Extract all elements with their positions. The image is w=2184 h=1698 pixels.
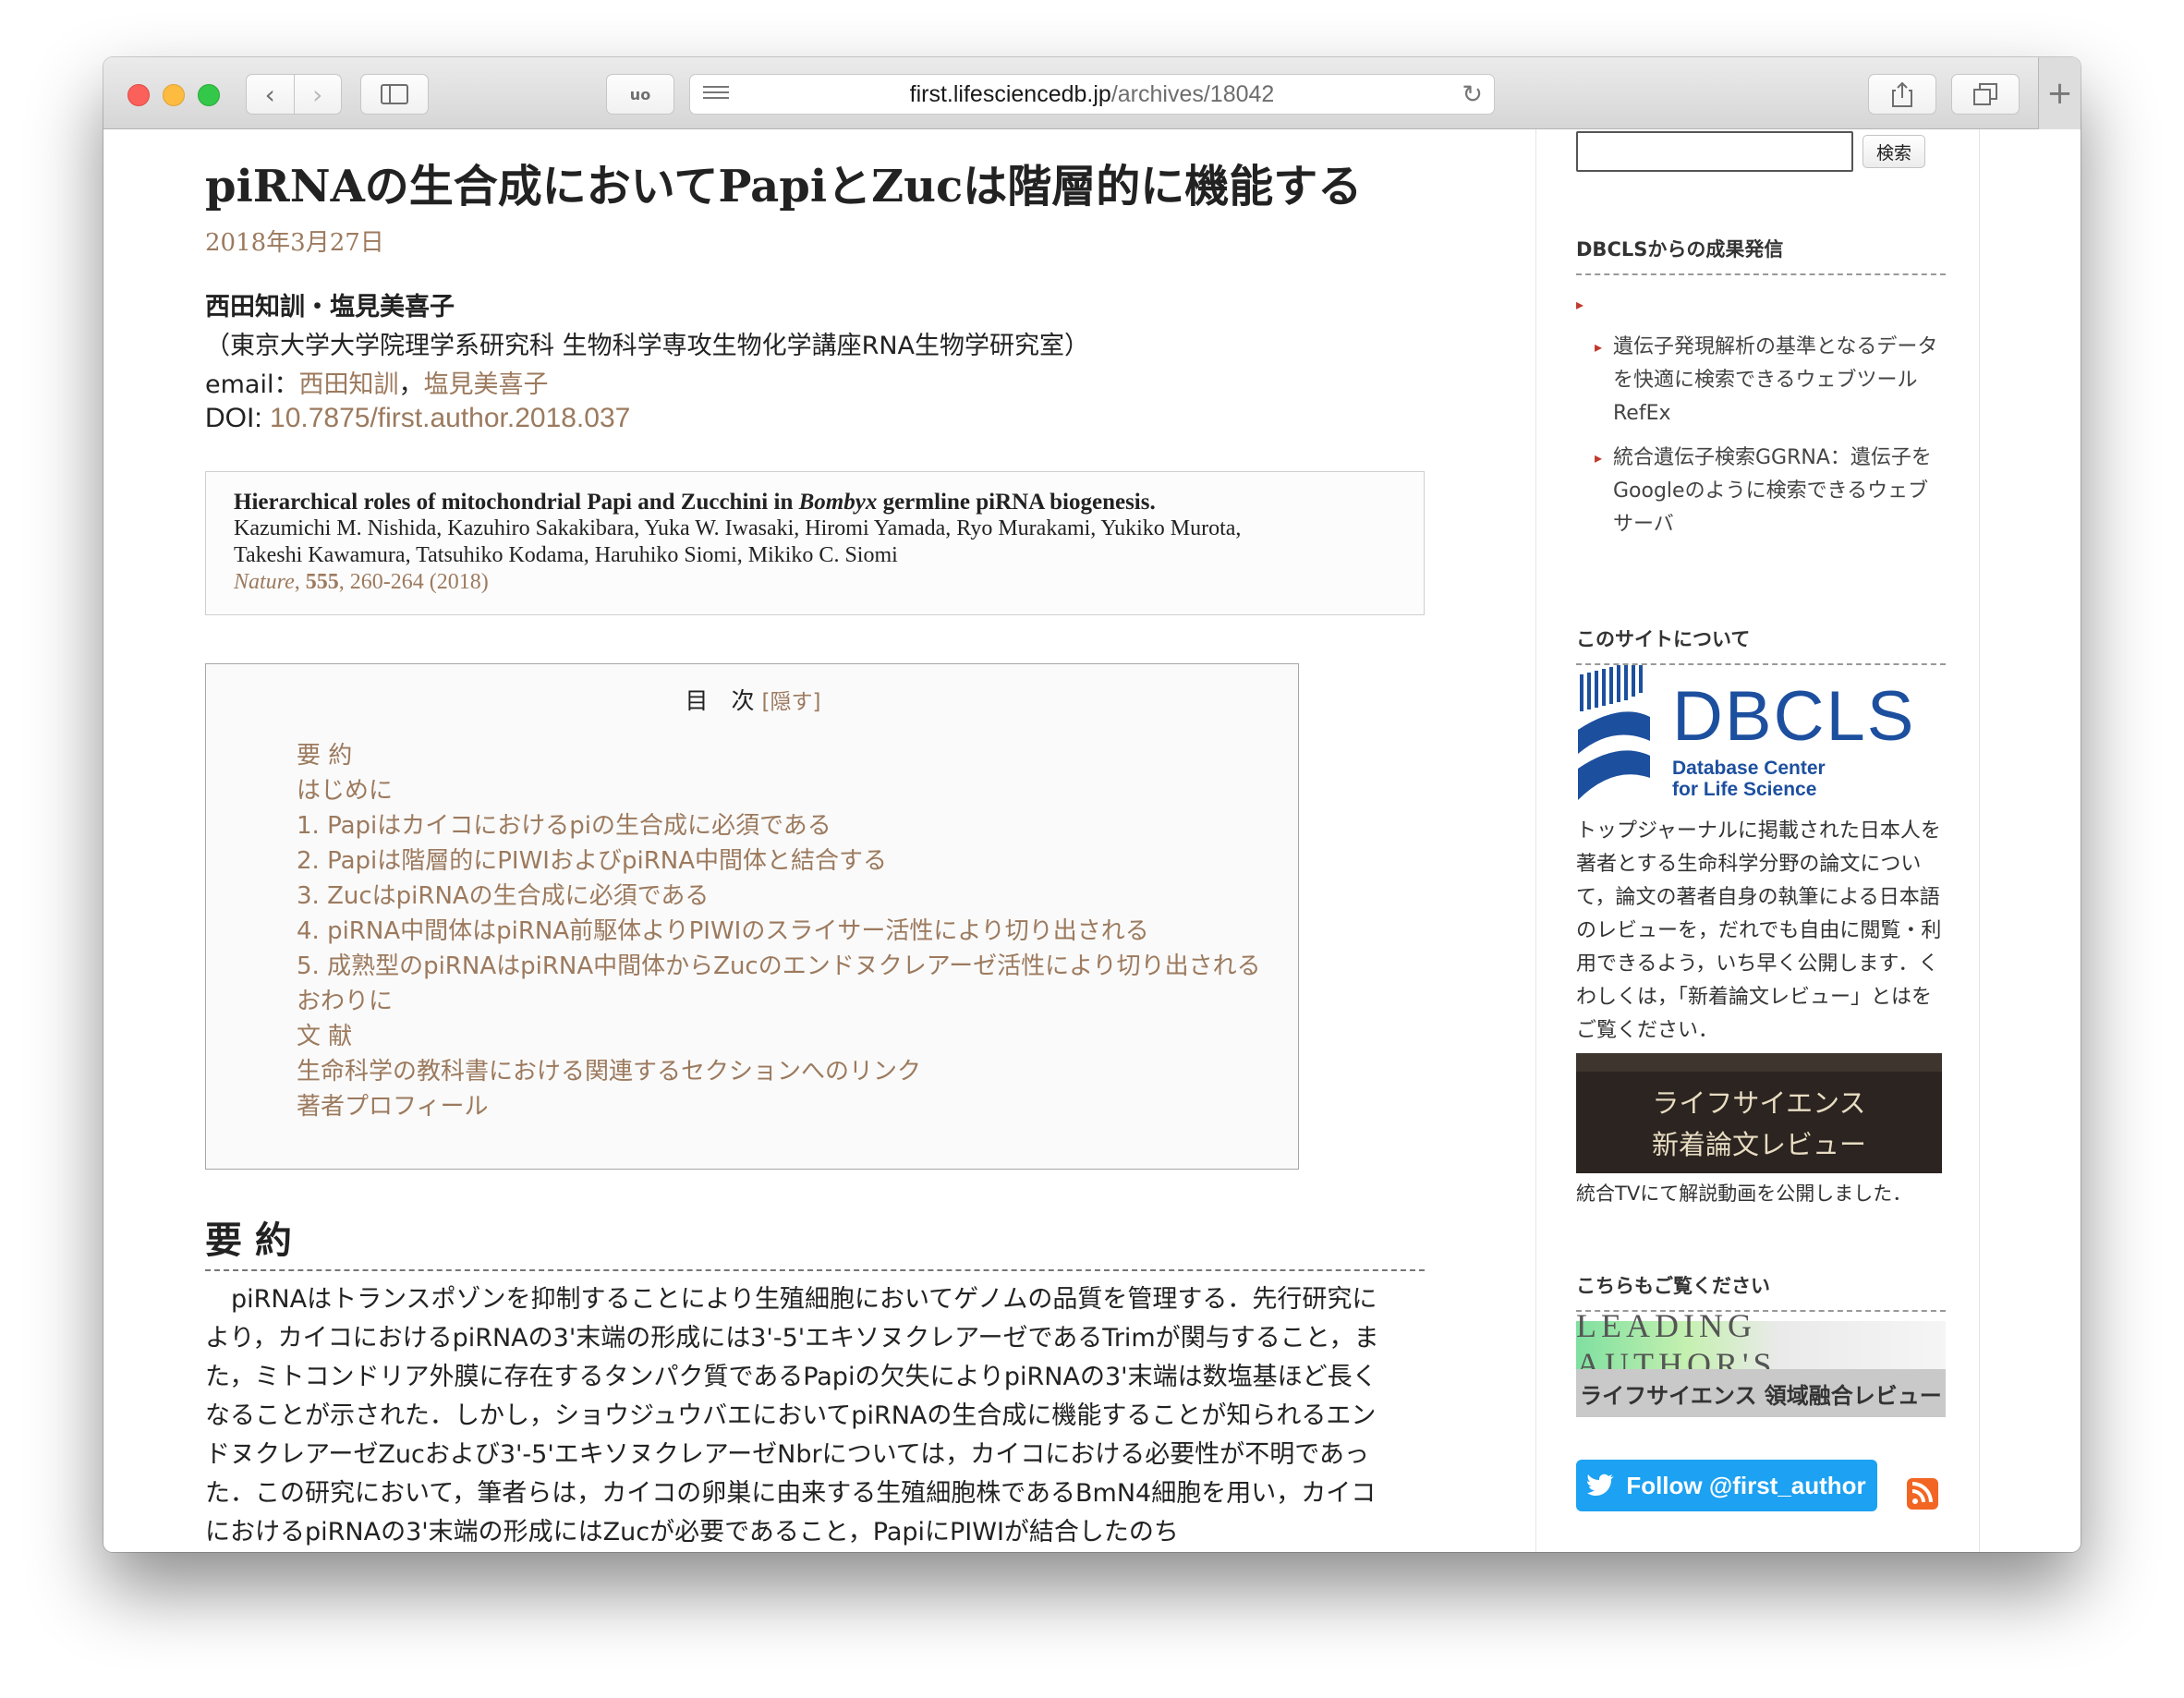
dbcls-helix-icon — [1578, 665, 1650, 800]
toc-list: 要 約 はじめに 1. Papiはカイコにおけるpiの生合成に必須である 2. … — [297, 738, 1261, 1124]
reader-menu-icon[interactable] — [703, 86, 729, 103]
toc-item[interactable]: 3. ZucはpiRNAの生合成に必須である — [297, 879, 1261, 914]
sidebar-link-ggrna[interactable]: ▸ 統合遺伝子検索GGRNA：遺伝子をGoogleのように検索できるウェブサーバ — [1595, 442, 1946, 541]
banner-subtitle: ライフサイエンス 領域融合レビュー — [1576, 1369, 1946, 1417]
follow-label: Follow @first_author — [1626, 1471, 1866, 1499]
toc-item[interactable]: 2. Papiは階層的にPIWIおよびpiRNA中間体と結合する — [297, 843, 1261, 879]
citation-journal[interactable]: Nature, 555, 260-264 (2018) — [234, 569, 1396, 596]
toc-item[interactable]: 5. 成熟型のpiRNAはpiRNA中間体からZucのエンドヌクレアーゼ活性によ… — [297, 949, 1261, 984]
citation-authors-line2: Takeshi Kawamura, Tatsuhiko Kodama, Haru… — [234, 543, 898, 567]
logo-subtitle: Database Center for Life Science — [1672, 758, 1826, 800]
video-thumbnail[interactable]: ライフサイエンス 新着論文レビュー — [1576, 1053, 1942, 1173]
banner-title: LEADING AUTHOR'S — [1576, 1307, 1946, 1383]
navigation-buttons: ‹ › — [246, 74, 342, 115]
twitter-bird-icon — [1587, 1474, 1615, 1496]
forward-button[interactable]: › — [293, 75, 342, 114]
new-tab-button[interactable]: + — [2038, 57, 2081, 129]
sidebar-divider — [1535, 129, 1536, 1552]
logo-text: DBCLS — [1672, 677, 1916, 756]
citation-title: Hierarchical roles of mitochondrial Papi… — [234, 490, 1156, 515]
sidebar-toggle-button[interactable] — [360, 74, 429, 115]
twitter-follow-button[interactable]: Follow @first_author — [1576, 1460, 1877, 1511]
browser-window: ‹ › uo first.lifesciencedb.jp/archives/1… — [103, 57, 2081, 1552]
toc-item[interactable]: 要 約 — [297, 738, 1261, 773]
sidebar-heading-about: このサイトについて — [1576, 625, 1946, 665]
url-host: first.lifesciencedb.jp — [909, 80, 1111, 107]
bullet-arrow-icon: ▸ — [1595, 449, 1603, 467]
doi-link[interactable]: 10.7875/first.author.2018.037 — [270, 403, 630, 433]
bullet-arrow-icon: ▸ — [1595, 338, 1603, 356]
address-bar[interactable]: first.lifesciencedb.jp/archives/18042 ↻ — [689, 74, 1495, 115]
article-title: piRNAの生合成においてPapiとZucは階層的に機能する — [205, 161, 1363, 212]
toc-item[interactable]: 4. piRNA中間体はpiRNA前駆体よりPIWIのスライサー活性により切り出… — [297, 914, 1261, 949]
citation-box: Hierarchical roles of mitochondrial Papi… — [205, 471, 1425, 615]
toc-heading: 目 次 [隠す] — [685, 687, 821, 714]
table-of-contents: 目 次 [隠す] 要 約 はじめに 1. Papiはカイコにおけるpiの生合成に… — [205, 663, 1299, 1170]
sidebar-heading-dbcls: DBCLSからの成果発信 — [1576, 235, 1946, 275]
chevron-left-icon: ‹ — [264, 79, 275, 110]
toc-item[interactable]: 著者プロフィール — [297, 1089, 1261, 1124]
summary-text: piRNAはトランスポゾンを抑制することにより生殖細胞においてゲノムの品質を管理… — [205, 1285, 1379, 1546]
email-link-author1[interactable]: 西田知訓 — [298, 370, 398, 399]
plus-icon: + — [2046, 75, 2073, 112]
page-edge-divider — [1979, 129, 1980, 1552]
search-input[interactable] — [1576, 131, 1853, 172]
toc-hide-link[interactable]: [隠す] — [762, 690, 821, 714]
toc-item[interactable]: 生命科学の教科書における関連するセクションへのリンク — [297, 1054, 1261, 1089]
email-label: email： — [205, 370, 299, 399]
email-line: email：西田知訓，塩見美喜子 — [205, 364, 548, 400]
tabs-overview-button[interactable] — [1951, 74, 2020, 115]
summary-heading: 要 約 — [205, 1219, 292, 1262]
chevron-right-icon: › — [312, 79, 323, 110]
url-path: /archives/18042 — [1110, 80, 1275, 107]
reload-icon[interactable]: ↻ — [1462, 80, 1483, 109]
tabs-icon — [1973, 83, 1997, 105]
search-button[interactable]: 検索 — [1862, 135, 1925, 168]
article-authors: 西田知訓・塩見美喜子 — [205, 293, 455, 321]
share-icon — [1892, 81, 1912, 107]
ublock-icon: uo — [629, 85, 651, 103]
toc-item[interactable]: 1. Papiはカイコにおけるpiの生合成に必須である — [297, 808, 1261, 843]
toc-item[interactable]: 文 献 — [297, 1019, 1261, 1054]
about-text: トップジャーナルに掲載された日本人を著者とする生命科学分野の論文について，論文の… — [1576, 819, 1942, 1042]
bullet-arrow-icon: ▸ — [1576, 296, 1584, 313]
page-content: piRNAの生合成においてPapiとZucは階層的に機能する 2018年3月27… — [103, 129, 2081, 1552]
leading-authors-banner[interactable]: LEADING AUTHOR'S ライフサイエンス 領域融合レビュー — [1576, 1307, 1946, 1417]
doi-line: DOI: 10.7875/first.author.2018.037 — [205, 403, 630, 434]
close-window-button[interactable] — [127, 84, 150, 106]
dbcls-logo[interactable]: DBCLS Database Center for Life Science — [1576, 665, 1913, 804]
browser-toolbar: ‹ › uo first.lifesciencedb.jp/archives/1… — [103, 57, 2081, 129]
summary-divider — [205, 1269, 1425, 1271]
back-button[interactable]: ‹ — [247, 75, 294, 114]
video-title: ライフサイエンス 新着論文レビュー — [1651, 1087, 1866, 1160]
video-caption: 統合TVにて解説動画を公開しました． — [1576, 1183, 1912, 1205]
email-link-author2[interactable]: 塩見美喜子 — [423, 370, 548, 399]
toc-item[interactable]: おわりに — [297, 984, 1261, 1019]
rss-icon[interactable] — [1907, 1478, 1938, 1510]
doi-label: DOI: — [205, 403, 271, 433]
dbcls-links: ▸ 遺伝子発現解析の基準となるデータを快適に検索できるウェブツールRefEx ▸ 統… — [1595, 331, 1946, 552]
article-date: 2018年3月27日 — [205, 229, 384, 257]
share-button[interactable] — [1868, 74, 1936, 115]
extension-button[interactable]: uo — [606, 74, 674, 115]
minimize-window-button[interactable] — [163, 84, 185, 106]
toc-item[interactable]: はじめに — [297, 773, 1261, 808]
sidebar-link-refex[interactable]: ▸ 遺伝子発現解析の基準となるデータを快適に検索できるウェブツールRefEx — [1595, 331, 1946, 431]
article-affiliation: （東京大学大学院理学系研究科 生物科学専攻生物化学講座RNA生物学研究室） — [205, 332, 1090, 360]
citation-authors-line1: Kazumichi M. Nishida, Kazuhiro Sakakibar… — [234, 516, 1242, 540]
sidebar-icon — [381, 84, 408, 104]
video-topbar — [1576, 1053, 1942, 1072]
zoom-window-button[interactable] — [198, 84, 220, 106]
email-separator: ， — [398, 370, 424, 399]
